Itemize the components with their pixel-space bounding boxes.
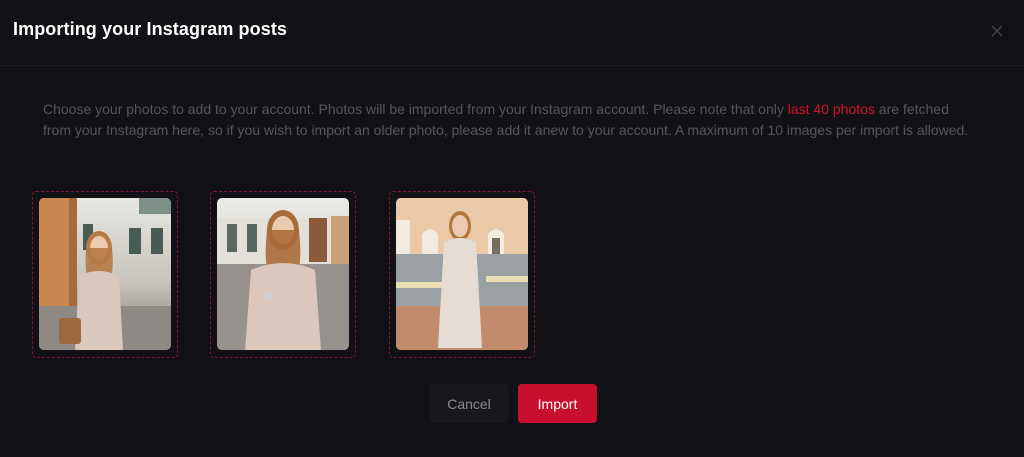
close-icon [991, 25, 1003, 37]
photo-card-3[interactable] [389, 191, 535, 358]
photo-card-2[interactable] [210, 191, 356, 358]
description-highlight: last 40 photos [787, 101, 875, 117]
close-button[interactable] [990, 24, 1004, 38]
instagram-photo-3 [396, 198, 528, 350]
photo-card-1[interactable] [32, 191, 178, 358]
cancel-button[interactable]: Cancel [429, 384, 509, 423]
import-dialog: Importing your Instagram posts Choose yo… [0, 0, 1024, 457]
instagram-photo-2 [217, 198, 349, 350]
description-text-before: Choose your photos to add to your accoun… [43, 101, 788, 117]
dialog-header: Importing your Instagram posts [0, 0, 1024, 66]
import-button[interactable]: Import [518, 384, 597, 423]
instagram-photo-1 [39, 198, 171, 350]
dialog-title: Importing your Instagram posts [13, 19, 288, 39]
import-description: Choose your photos to add to your accoun… [43, 99, 973, 141]
